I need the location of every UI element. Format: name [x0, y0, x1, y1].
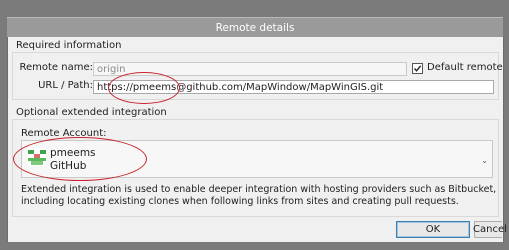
checkmark-icon [413, 65, 422, 72]
window-title: Remote details [7, 17, 503, 38]
annotation-ellipse-account [13, 137, 147, 181]
cancel-button-label: Cancel [473, 224, 507, 235]
dialog-window: Remote details Required information Remo… [0, 0, 509, 250]
remote-name-label: Remote name: [19, 62, 94, 73]
integration-description-line1: Extended integration is used to enable d… [21, 184, 497, 195]
chevron-down-icon: ⌄ [481, 156, 488, 165]
annotation-ellipse-url [108, 72, 180, 104]
default-remote-checkbox[interactable] [412, 63, 423, 74]
required-group: Remote name: origin Default remote URL /… [12, 52, 503, 100]
optional-group-title: Optional extended integration [16, 107, 167, 118]
required-group-title: Required information [16, 40, 122, 51]
url-label: URL / Path: [38, 80, 93, 91]
ok-button[interactable]: OK [396, 221, 470, 238]
integration-description-line2: including locating existing clones when … [21, 196, 459, 207]
cancel-button[interactable]: Cancel [473, 221, 507, 238]
default-remote-label: Default remote [427, 62, 503, 73]
